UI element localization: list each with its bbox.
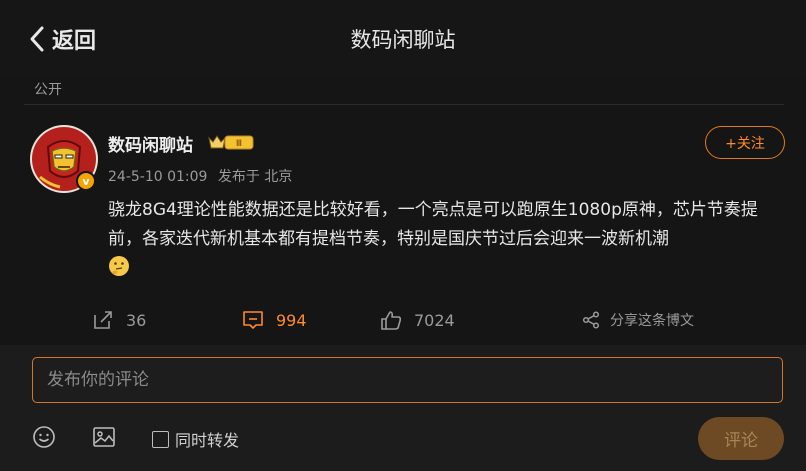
submit-comment-button[interactable]: 评论 [698, 417, 784, 460]
crown-level-icon: Ⅲ [208, 135, 254, 150]
comment-icon [243, 311, 263, 329]
like-count: 7024 [414, 310, 455, 330]
repost-count: 36 [126, 310, 147, 330]
follow-button[interactable]: +关注 [705, 126, 785, 159]
like-button[interactable]: 7024 [380, 306, 455, 334]
post-location: 发布于 北京 [217, 169, 293, 185]
divider [24, 104, 784, 105]
repost-button[interactable]: 36 [92, 306, 146, 334]
comment-input[interactable] [32, 357, 783, 403]
post-text: 骁龙8G4理论性能数据还是比较好看，一个亮点是可以跑原生1080p原神，芯片节奏… [108, 196, 778, 283]
image-icon[interactable] [92, 425, 116, 449]
page-title: 数码闲聊站 [350, 28, 456, 52]
visibility-label: 公开 [34, 82, 62, 98]
share-icon [582, 311, 600, 329]
action-bar: 36 994 7024 分享这条博文 [0, 306, 806, 334]
post-body: 骁龙8G4理论性能数据还是比较好看，一个亮点是可以跑原生1080p原神，芯片节奏… [108, 200, 758, 249]
post-meta: 24-5-10 01:09 发布于 北京 [108, 166, 298, 186]
top-bar: 返回 数码闲聊站 [0, 0, 806, 78]
author-name[interactable]: 数码闲聊站 [108, 131, 193, 156]
forward-checkbox[interactable] [152, 430, 169, 448]
comment-count: 994 [276, 310, 307, 330]
comment-composer: 同时转发 评论 [0, 345, 806, 471]
forward-option[interactable]: 同时转发 [152, 427, 239, 451]
share-button[interactable]: 分享这条博文 [582, 306, 694, 334]
verified-badge: v [76, 171, 96, 191]
thinking-face-icon [109, 256, 129, 276]
post-date: 24-5-10 01:09 [108, 169, 208, 185]
comment-button[interactable]: 994 [242, 306, 307, 334]
emoji-icon[interactable] [32, 425, 56, 449]
repost-icon [94, 311, 112, 329]
level-badge-label: Ⅲ [236, 139, 242, 149]
share-label: 分享这条博文 [610, 313, 694, 329]
thumbs-up-icon [381, 311, 402, 330]
forward-label: 同时转发 [175, 431, 240, 450]
